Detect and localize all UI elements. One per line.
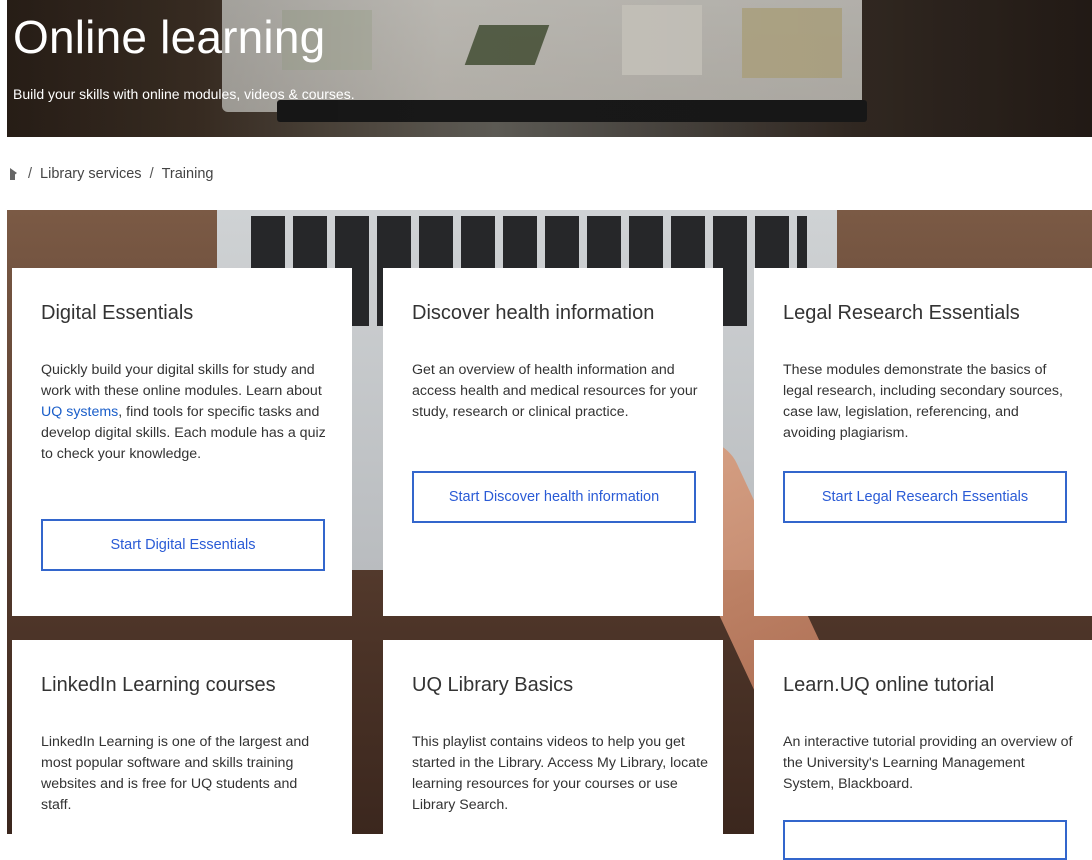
card-learn-uq-online-tutorial: Learn.UQ online tutorial An interactive …	[754, 640, 1092, 860]
card-discover-health-information: Discover health information Get an overv…	[383, 268, 723, 616]
card-description: These modules demonstrate the basics of …	[783, 362, 1063, 441]
card-title: Discover health information	[412, 302, 655, 324]
card-description: An interactive tutorial providing an ove…	[783, 734, 1073, 792]
card-description: LinkedIn Learning is one of the largest …	[41, 734, 310, 813]
card-description: Get an overview of health information an…	[412, 362, 698, 420]
breadcrumb: / Library services / Training	[10, 166, 213, 182]
start-discover-health-information-button[interactable]: Start Discover health information	[412, 471, 696, 523]
card-description: This playlist contains videos to help yo…	[412, 734, 708, 813]
card-linkedin-learning-courses: LinkedIn Learning courses LinkedIn Learn…	[12, 640, 352, 834]
page-subtitle: Build your skills with online modules, v…	[13, 86, 355, 102]
card-digital-essentials: Digital Essentials Quickly build your di…	[12, 268, 352, 616]
start-legal-research-essentials-button[interactable]: Start Legal Research Essentials	[783, 471, 1067, 523]
home-icon[interactable]	[10, 168, 20, 180]
breadcrumb-library-services[interactable]: Library services	[40, 166, 142, 182]
card-title: Learn.UQ online tutorial	[783, 674, 995, 696]
hero-banner: Online learning Build your skills with o…	[7, 0, 1092, 137]
card-title: LinkedIn Learning courses	[41, 674, 276, 696]
card-title: UQ Library Basics	[412, 674, 574, 696]
card-uq-library-basics: UQ Library Basics This playlist contains…	[383, 640, 723, 834]
breadcrumb-separator: /	[149, 166, 154, 182]
card-title: Legal Research Essentials	[783, 302, 1020, 324]
breadcrumb-separator: /	[28, 166, 33, 182]
card-title: Digital Essentials	[41, 302, 194, 324]
start-learn-uq-tutorial-button[interactable]	[783, 820, 1067, 860]
breadcrumb-training: Training	[161, 166, 214, 182]
page-title: Online learning	[13, 11, 326, 63]
start-digital-essentials-button[interactable]: Start Digital Essentials	[41, 519, 325, 571]
card-legal-research-essentials: Legal Research Essentials These modules …	[754, 268, 1092, 616]
uq-systems-link[interactable]: UQ systems	[41, 404, 118, 420]
card-description: Quickly build your digital skills for st…	[41, 362, 326, 462]
